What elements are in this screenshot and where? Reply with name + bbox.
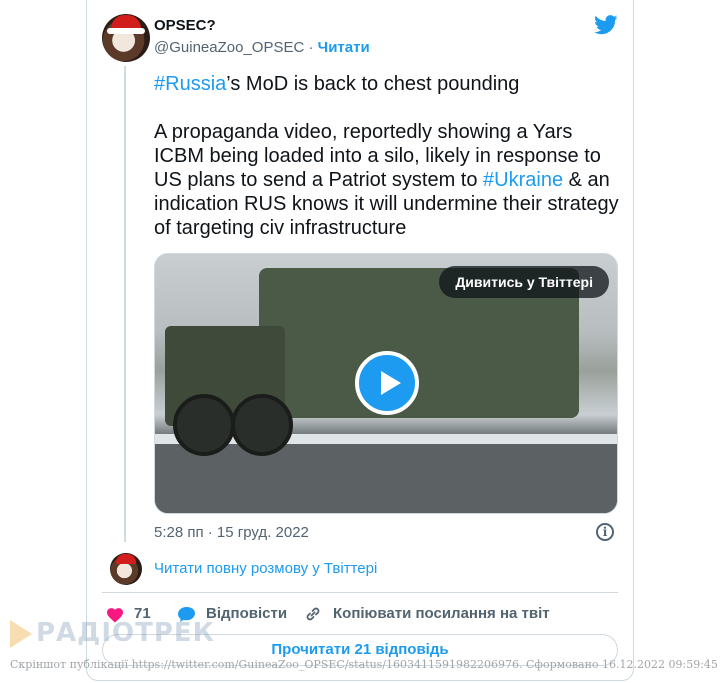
tweet-text: #Russia’s MoD is back to chest pounding … — [154, 72, 624, 240]
author-avatar[interactable] — [102, 14, 150, 62]
video-wheel — [231, 394, 293, 456]
author-handle[interactable]: @GuineaZoo_OPSEC — [154, 39, 304, 56]
follow-link[interactable]: Читати — [318, 39, 370, 56]
watermark-logo: РАДІОТРЕК — [10, 618, 215, 648]
twitter-bird-icon[interactable] — [594, 15, 618, 35]
hashtag-ukraine[interactable]: #Ukraine — [483, 169, 563, 191]
video-player[interactable]: Дивитись у Твіттері — [154, 253, 618, 514]
screenshot-source-note: Скріншот публікації https://twitter.com/… — [10, 658, 718, 671]
read-conversation-link[interactable]: Читати повну розмову у Твіттері — [154, 560, 377, 577]
video-wheel — [173, 394, 235, 456]
author-name[interactable]: OPSEC? — [154, 17, 216, 34]
copy-link-button[interactable]: Копіювати посилання на твіт — [333, 605, 550, 622]
handle-separator: · — [308, 39, 314, 56]
watch-on-twitter-button[interactable]: Дивитись у Твіттері — [439, 266, 609, 298]
watermark-play-icon — [10, 619, 32, 648]
tweet-timestamp[interactable]: 5:28 пп · 15 груд. 2022 — [154, 524, 309, 541]
video-road — [155, 444, 617, 513]
hashtag-russia[interactable]: #Russia — [154, 73, 226, 95]
info-icon[interactable]: i — [596, 523, 614, 541]
thread-line — [124, 66, 126, 542]
author-handle-line: @GuineaZoo_OPSEC · Читати — [154, 39, 370, 56]
watermark-logo-text: РАДІОТРЕК — [36, 618, 215, 648]
reply-button[interactable]: Відповісти — [206, 605, 287, 622]
actions-divider — [102, 592, 618, 593]
play-icon[interactable] — [355, 351, 419, 415]
conversation-avatar — [110, 553, 142, 585]
link-icon[interactable] — [304, 605, 322, 623]
tweet-line1: ’s MoD is back to chest pounding — [226, 73, 520, 95]
